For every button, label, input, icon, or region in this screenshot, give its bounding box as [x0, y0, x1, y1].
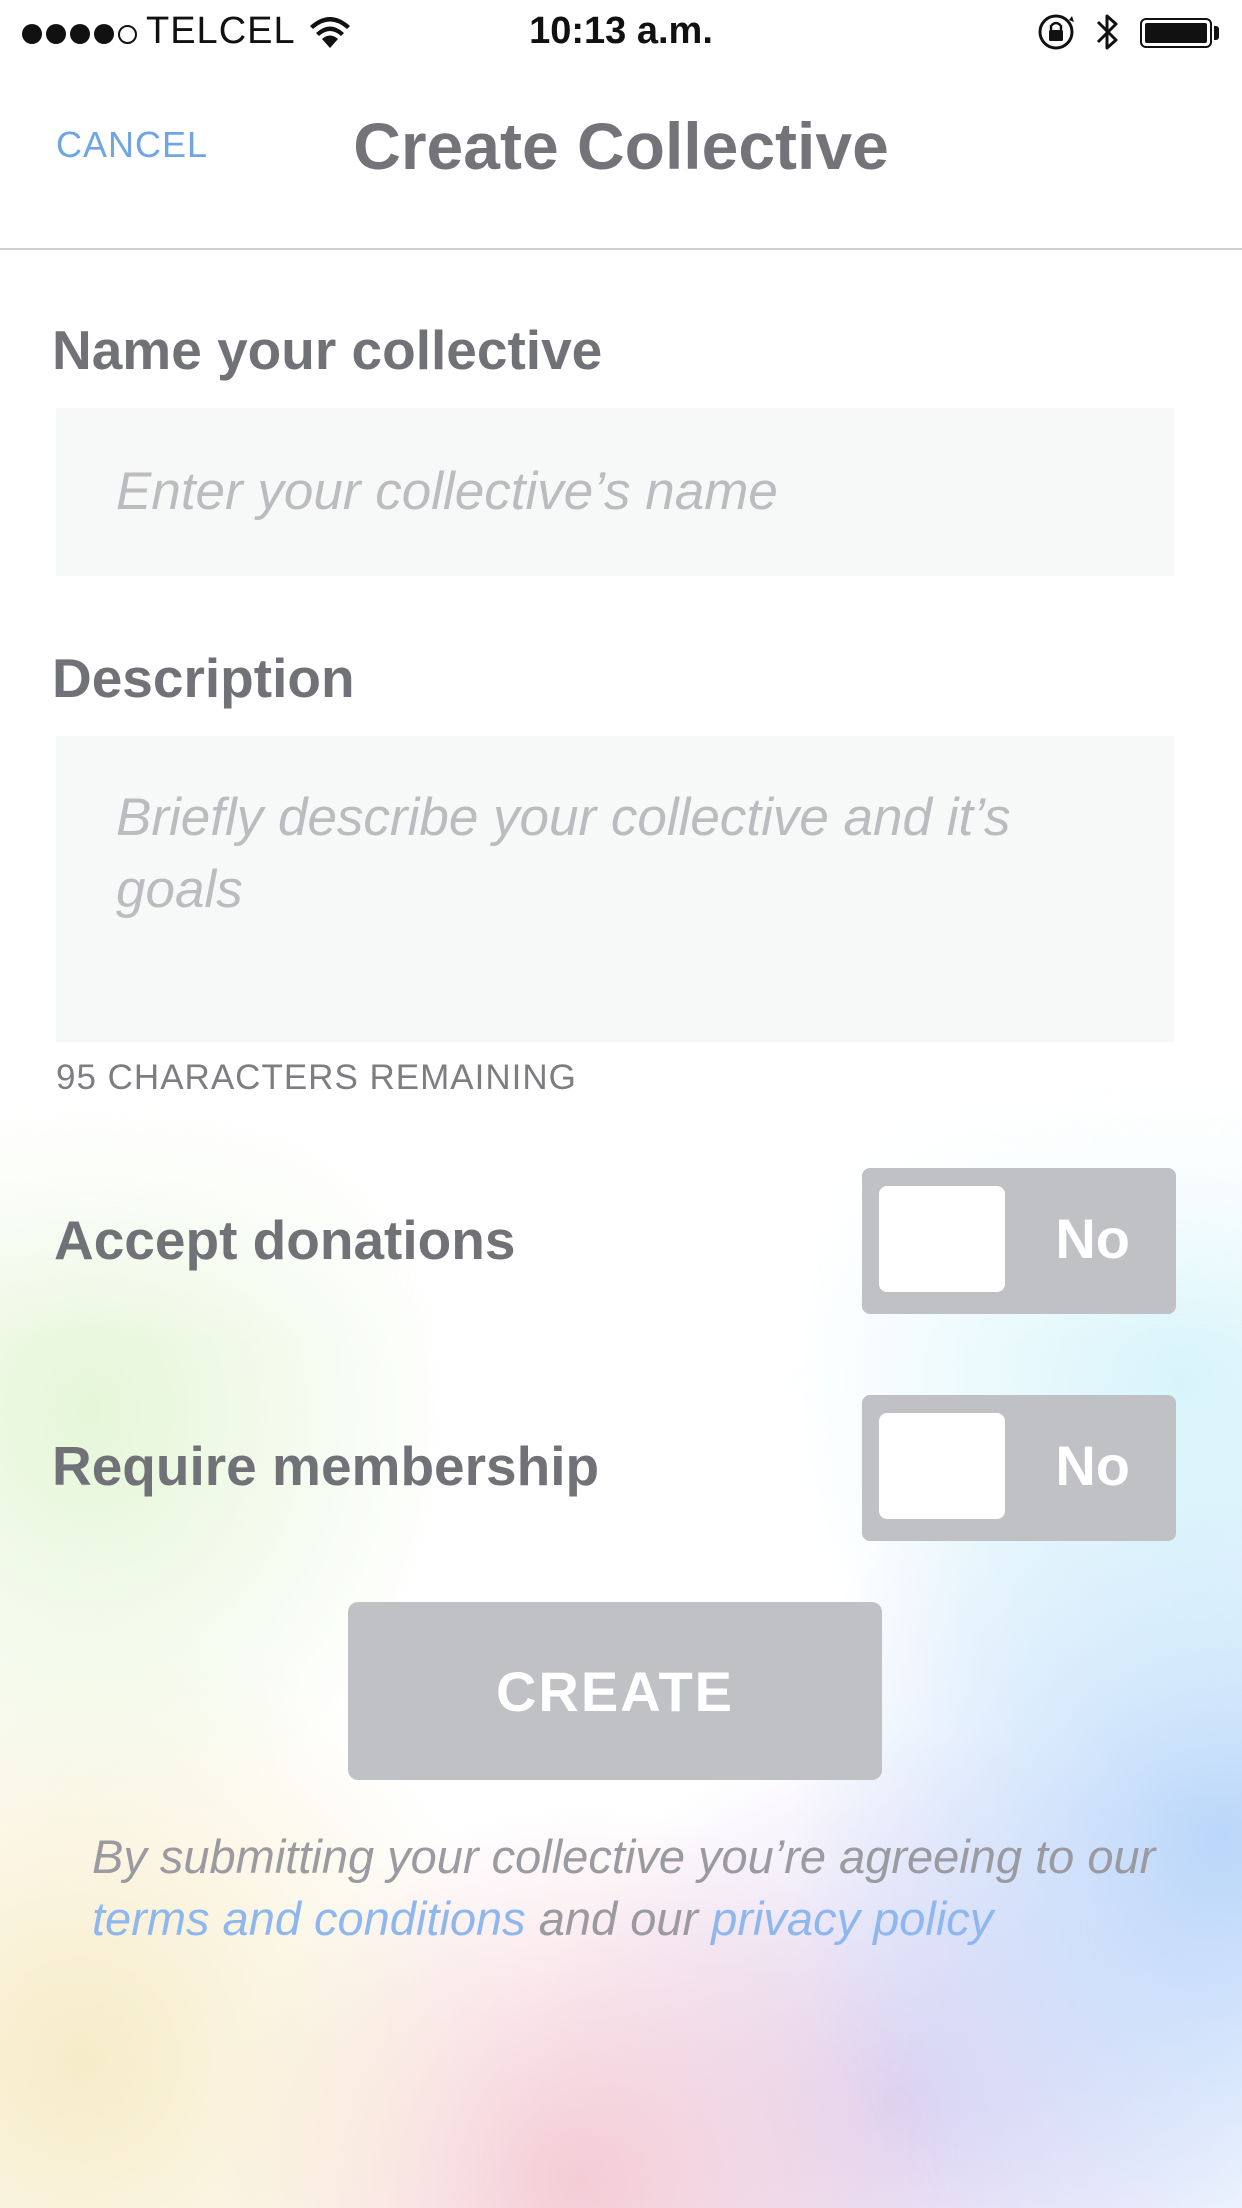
name-input-placeholder: Enter your collective’s name	[116, 462, 778, 521]
status-bar: TELCEL 10:13 a.m.	[0, 0, 1242, 66]
bluetooth-icon	[1094, 10, 1122, 59]
toggle-knob	[879, 1186, 1005, 1292]
name-input[interactable]: Enter your collective’s name	[56, 408, 1174, 576]
terms-notice: By submitting your collective you’re agr…	[92, 1826, 1172, 1950]
page-title: Create Collective	[353, 109, 889, 183]
terms-link[interactable]: terms and conditions	[92, 1892, 526, 1945]
create-button[interactable]: CREATE	[348, 1602, 882, 1780]
terms-notice-text-2: and our	[525, 1892, 712, 1945]
description-input[interactable]: Briefly describe your collective and it’…	[56, 736, 1174, 1042]
terms-notice-text: By submitting your collective you’re agr…	[92, 1830, 1156, 1883]
accept-donations-toggle[interactable]: No	[862, 1168, 1176, 1314]
accept-donations-label: Accept donations	[54, 1209, 516, 1271]
battery-icon	[1140, 18, 1212, 48]
nav-divider	[0, 248, 1242, 250]
orientation-lock-icon	[1036, 12, 1076, 57]
toggle-value: No	[1055, 1434, 1130, 1497]
characters-remaining: 95 CHARACTERS REMAINING	[56, 1058, 577, 1097]
privacy-link[interactable]: privacy policy	[711, 1892, 993, 1945]
description-label: Description	[52, 647, 355, 709]
description-input-placeholder: Briefly describe your collective and it’…	[116, 788, 1011, 919]
name-label: Name your collective	[52, 319, 603, 381]
require-membership-label: Require membership	[52, 1435, 600, 1497]
battery-nub	[1214, 26, 1219, 40]
toggle-value: No	[1055, 1207, 1130, 1270]
toggle-knob	[879, 1413, 1005, 1519]
require-membership-toggle[interactable]: No	[862, 1395, 1176, 1541]
